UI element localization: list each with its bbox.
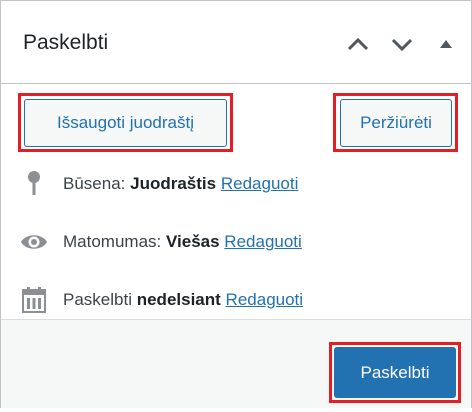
chevron-up-icon bbox=[347, 37, 369, 51]
status-row: Būsena: Juodraštis Redaguoti bbox=[1, 169, 471, 199]
schedule-row: Paskelbti nedelsiant Redaguoti bbox=[1, 285, 471, 315]
pin-icon bbox=[28, 171, 40, 195]
status-text: Būsena: Juodraštis Redaguoti bbox=[63, 174, 298, 194]
visibility-label: Matomumas: bbox=[63, 232, 162, 251]
eye-icon bbox=[21, 235, 47, 249]
panel-header: Paskelbti bbox=[1, 1, 471, 84]
move-up-button[interactable] bbox=[341, 27, 375, 61]
chevron-down-icon bbox=[391, 38, 413, 52]
triangle-up-icon bbox=[440, 40, 452, 48]
panel-footer: Paskelbti bbox=[1, 319, 471, 408]
schedule-value: nedelsiant bbox=[136, 290, 221, 309]
calendar-icon bbox=[22, 287, 46, 313]
preview-button[interactable]: Peržiūrėti bbox=[340, 99, 452, 147]
save-draft-button[interactable]: Išsaugoti juodraštį bbox=[24, 99, 227, 147]
schedule-text: Paskelbti nedelsiant Redaguoti bbox=[63, 290, 303, 310]
status-label: Būsena: bbox=[63, 174, 126, 193]
toggle-panel-button[interactable] bbox=[429, 27, 463, 61]
visibility-text: Matomumas: Viešas Redaguoti bbox=[63, 232, 302, 252]
publish-button[interactable]: Paskelbti bbox=[334, 347, 456, 398]
status-value: Juodraštis bbox=[130, 174, 217, 193]
publish-panel: Paskelbti Išsaugoti juodraštį Peržiūrėti bbox=[0, 0, 472, 408]
visibility-edit-link[interactable]: Redaguoti bbox=[224, 232, 302, 251]
visibility-value: Viešas bbox=[165, 232, 220, 251]
panel-title: Paskelbti bbox=[23, 31, 109, 54]
status-edit-link[interactable]: Redaguoti bbox=[221, 174, 299, 193]
schedule-label: Paskelbti bbox=[63, 290, 132, 309]
schedule-edit-link[interactable]: Redaguoti bbox=[226, 290, 304, 309]
move-down-button[interactable] bbox=[385, 27, 419, 61]
visibility-row: Matomumas: Viešas Redaguoti bbox=[1, 227, 471, 257]
